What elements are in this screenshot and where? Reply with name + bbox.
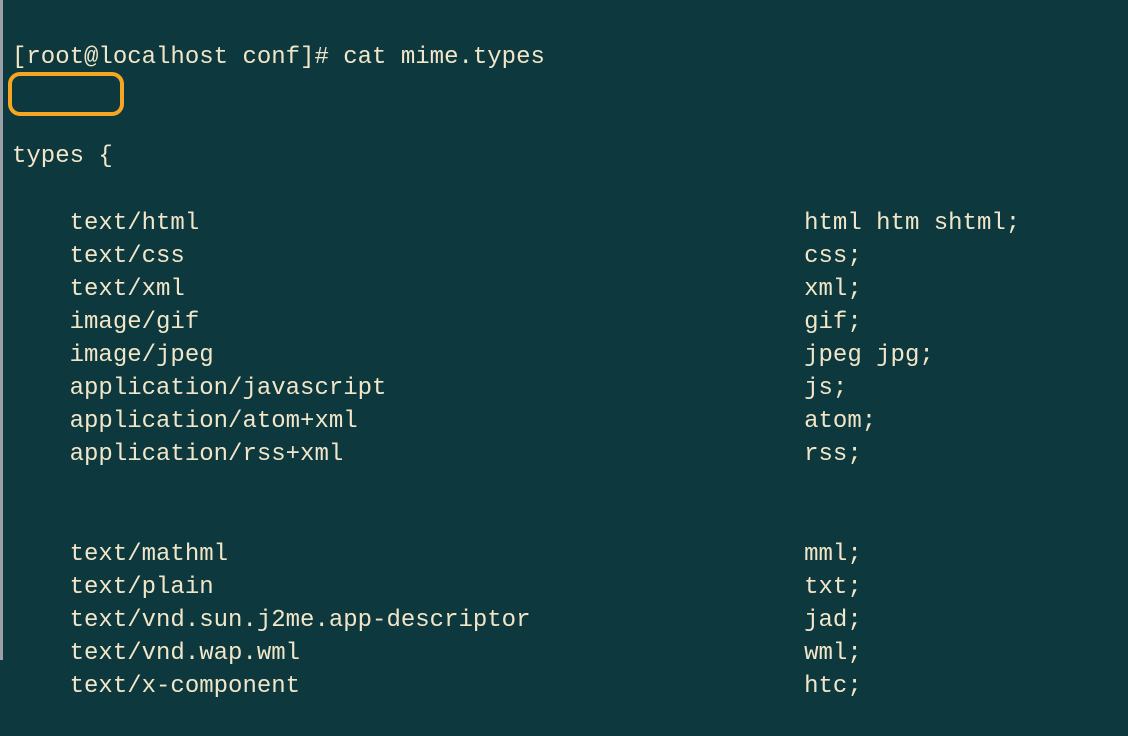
- mime-mapping-row: text/x-component htc;: [12, 670, 1128, 703]
- mime-mapping-row: text/css css;: [12, 240, 1128, 273]
- mime-mapping-row: text/vnd.wap.wml wml;: [12, 637, 1128, 670]
- mime-mapping-row: text/html html htm shtml;: [12, 207, 1128, 240]
- mime-mapping-row: image/gif gif;: [12, 306, 1128, 339]
- types-open-brace: types {: [12, 140, 1128, 173]
- terminal-output: [root@localhost conf]# cat mime.types ty…: [0, 0, 1128, 736]
- mime-mapping-row: image/jpeg jpeg jpg;: [12, 339, 1128, 372]
- shell-prompt-line: [root@localhost conf]# cat mime.types: [12, 41, 1128, 74]
- mime-mapping-row: text/plain txt;: [12, 571, 1128, 604]
- mime-mapping-row: text/mathml mml;: [12, 538, 1128, 571]
- left-edge-gutter: [0, 0, 3, 660]
- mime-mapping-row: text/vnd.sun.j2me.app-descriptor jad;: [12, 604, 1128, 637]
- mime-mapping-row: application/javascript js;: [12, 372, 1128, 405]
- mime-mapping-row: application/rss+xml rss;: [12, 438, 1128, 471]
- mime-mapping-row: application/atom+xml atom;: [12, 405, 1128, 438]
- mime-mapping-row: text/xml xml;: [12, 273, 1128, 306]
